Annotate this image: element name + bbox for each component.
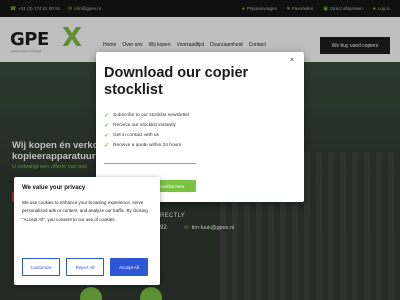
divider [104, 163, 196, 164]
accept-all-button[interactable]: Accept All [110, 258, 148, 276]
modal-title: Download our copier stocklist [104, 65, 249, 98]
list-item: ✓ Subscribe to our stocklist newsletter [104, 112, 190, 119]
close-icon[interactable]: × [288, 57, 296, 65]
cookie-body: We use cookies to enhance your browsing … [22, 200, 148, 222]
customize-button[interactable]: Customize [22, 258, 60, 276]
list-item: ✓ Get in contact with us [104, 132, 159, 139]
cookie-title: We value your privacy [22, 185, 86, 191]
cookie-button-row: Customize Reject All Accept All [22, 258, 148, 276]
benefits-list: ✓ Subscribe to our stocklist newsletter ✓… [104, 110, 190, 150]
check-icon: ✓ [104, 132, 110, 139]
check-icon: ✓ [104, 142, 110, 149]
reject-all-button[interactable]: Reject All [66, 258, 104, 276]
list-item: ✓ Recieve our stocklist instantly [104, 122, 176, 129]
list-item: ✓ Receive a quote within 24 hours [104, 142, 182, 149]
check-icon: ✓ [104, 122, 110, 129]
check-icon: ✓ [104, 112, 110, 119]
cookie-consent-banner: We value your privacy We use cookies to … [14, 177, 160, 285]
